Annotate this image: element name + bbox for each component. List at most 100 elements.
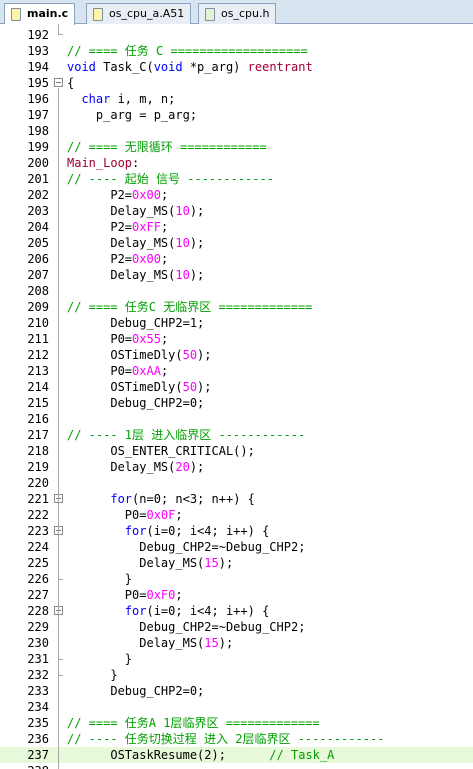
code-text: P2=0x00; [67, 187, 168, 203]
code-line[interactable]: 192 [0, 27, 473, 43]
code-line[interactable]: 235 // ==== 任务A 1层临界区 ============= [0, 715, 473, 731]
line-number: 208 [27, 284, 49, 298]
code-line[interactable]: 210 Debug_CHP2=1; [0, 315, 473, 331]
code-token: ); [197, 348, 212, 362]
code-token: ); [189, 204, 205, 218]
code-token: ; [160, 188, 169, 202]
code-token: Delay_MS( [67, 636, 205, 650]
code-token: P2= [67, 220, 133, 234]
code-token: Debug_CHP2=~Debug_CHP2; [67, 540, 306, 554]
code-line[interactable]: 213 P0=0xAA; [0, 363, 473, 379]
code-line[interactable]: 215 Debug_CHP2=0; [0, 395, 473, 411]
code-line[interactable]: 200 Main_Loop: [0, 155, 473, 171]
line-number: 211 [27, 332, 49, 346]
code-token: P0= [67, 332, 133, 346]
code-text: P2=0xFF; [67, 219, 168, 235]
line-number: 201 [27, 172, 49, 186]
code-line[interactable]: 216 [0, 411, 473, 427]
code-line[interactable]: 225 Delay_MS(15); [0, 555, 473, 571]
code-line[interactable]: 203 Delay_MS(10); [0, 203, 473, 219]
code-line[interactable]: 211 P0=0x55; [0, 331, 473, 347]
code-line[interactable]: 214 OSTimeDly(50); [0, 379, 473, 395]
code-token: Delay_MS( [67, 204, 176, 218]
line-number: 232 [27, 668, 49, 682]
code-line[interactable]: 234 [0, 699, 473, 715]
code-line[interactable]: 212 OSTimeDly(50); [0, 347, 473, 363]
code-line[interactable]: 196 char i, m, n; [0, 91, 473, 107]
file-icon [11, 8, 21, 21]
code-line[interactable]: 195−{ [0, 75, 473, 91]
code-token: OSTaskResume(2); [67, 748, 270, 762]
code-line[interactable]: 198 [0, 123, 473, 139]
code-line[interactable]: 231 } [0, 651, 473, 667]
code-token: 0x00 [132, 252, 161, 266]
code-line[interactable]: 220 [0, 475, 473, 491]
code-text: for(n=0; n<3; n++) { [67, 491, 255, 507]
code-line[interactable]: 233 Debug_CHP2=0; [0, 683, 473, 699]
code-line[interactable]: 205 Delay_MS(10); [0, 235, 473, 251]
line-number: 214 [27, 380, 49, 394]
code-line[interactable]: 206 P2=0x00; [0, 251, 473, 267]
code-token: for [124, 604, 147, 618]
code-token: ; [160, 332, 169, 346]
code-text: Main_Loop: [67, 155, 139, 171]
fold-guide-end [58, 675, 63, 676]
code-line[interactable]: 232 } [0, 667, 473, 683]
code-line[interactable]: 207 Delay_MS(10); [0, 267, 473, 283]
line-number: 224 [27, 540, 49, 554]
tab-os-cpu-h[interactable]: os_cpu.h [198, 3, 277, 24]
code-line[interactable]: 218 OS_ENTER_CRITICAL(); [0, 443, 473, 459]
code-line[interactable]: 222 P0=0x0F; [0, 507, 473, 523]
code-line[interactable]: 227 P0=0xF0; [0, 587, 473, 603]
line-number: 194 [27, 60, 49, 74]
code-line[interactable]: 230 Delay_MS(15); [0, 635, 473, 651]
current-code-line[interactable]: 237 OSTaskResume(2); // Task_A [0, 747, 473, 763]
code-text: // ==== 任务 C =================== [67, 43, 308, 59]
tab-os-cpu-a-a51[interactable]: os_cpu_a.A51 [86, 3, 192, 24]
line-number: 223 [27, 524, 49, 538]
code-token: : [132, 156, 140, 170]
code-token: // ---- 1层 进入临界区 ------------ [67, 428, 306, 442]
code-line[interactable]: 219 Delay_MS(20); [0, 459, 473, 475]
code-line[interactable]: 193 // ==== 任务 C =================== [0, 43, 473, 59]
code-editor[interactable]: 192 193// ==== 任务 C =================== 19… [0, 24, 473, 769]
code-line[interactable]: 209 // ==== 任务C 无临界区 ============= [0, 299, 473, 315]
code-line[interactable]: 202 P2=0x00; [0, 187, 473, 203]
code-line[interactable]: 204 P2=0xFF; [0, 219, 473, 235]
fold-toggle-icon[interactable]: − [54, 78, 63, 87]
code-text: p_arg = p_arg; [67, 107, 197, 123]
code-text: Delay_MS(15); [67, 635, 233, 651]
code-line[interactable]: 201 // ---- 起始 信号 ------------ [0, 171, 473, 187]
code-line[interactable]: 226 } [0, 571, 473, 587]
line-number: 227 [27, 588, 49, 602]
code-line[interactable]: 228− for(i=0; i<4; i++) { [0, 603, 473, 619]
line-number: 200 [27, 156, 49, 170]
code-token: Delay_MS( [67, 556, 205, 570]
code-line[interactable]: 229 Debug_CHP2=~Debug_CHP2; [0, 619, 473, 635]
line-number: 204 [27, 220, 49, 234]
code-line[interactable]: 208 [0, 283, 473, 299]
code-line[interactable]: 199 // ==== 无限循环 ============ [0, 139, 473, 155]
code-token: } [67, 572, 133, 586]
code-token: ); [189, 236, 205, 250]
code-line[interactable]: 224 Debug_CHP2=~Debug_CHP2; [0, 539, 473, 555]
code-line[interactable]: 223− for(i=0; i<4; i++) { [0, 523, 473, 539]
code-line[interactable]: 236 // ---- 任务切换过程 进入 2层临界区 ------------ [0, 731, 473, 747]
code-line[interactable]: 238 [0, 763, 473, 769]
code-text: void Task_C(void *p_arg) reentrant [67, 59, 313, 75]
line-number: 216 [27, 412, 49, 426]
code-text: } [67, 651, 132, 667]
tab-main-c[interactable]: main.c [4, 3, 76, 25]
code-token: Debug_CHP2=1; [67, 316, 205, 330]
code-line[interactable]: 221− for(n=0; n<3; n++) { [0, 491, 473, 507]
code-text: { [67, 75, 74, 91]
code-line[interactable]: 194 void Task_C(void *p_arg) reentrant [0, 59, 473, 75]
code-token: void [67, 60, 96, 74]
code-text: // ==== 任务C 无临界区 ============= [67, 299, 312, 315]
line-number: 217 [27, 428, 49, 442]
code-text: OSTimeDly(50); [67, 379, 211, 395]
code-token: 0xFF [132, 220, 161, 234]
code-line[interactable]: 217 // ---- 1层 进入临界区 ------------ [0, 427, 473, 443]
code-line[interactable]: 197 p_arg = p_arg; [0, 107, 473, 123]
